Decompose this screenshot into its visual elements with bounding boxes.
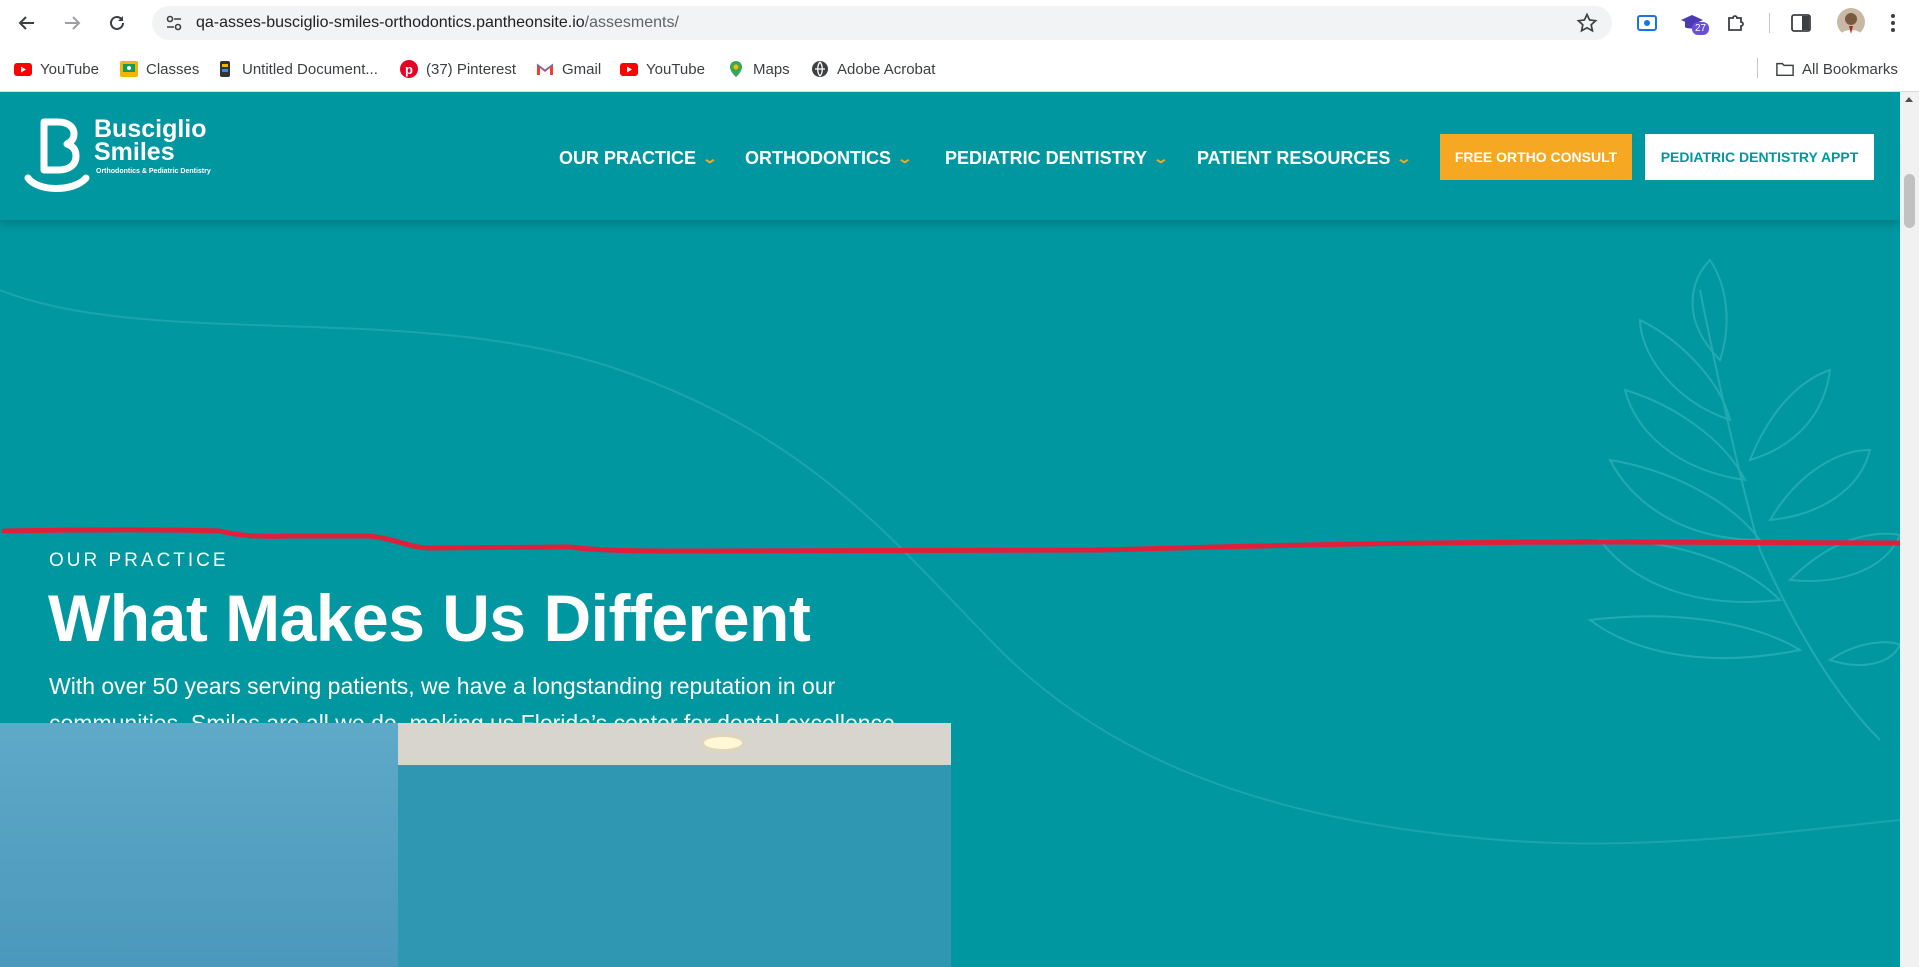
page-scrollbar[interactable] [1900,92,1919,967]
red-annotation-line [1,527,1900,554]
scroll-up-arrow-icon[interactable] [1905,97,1913,102]
scrollbar-thumb[interactable] [1904,174,1915,228]
